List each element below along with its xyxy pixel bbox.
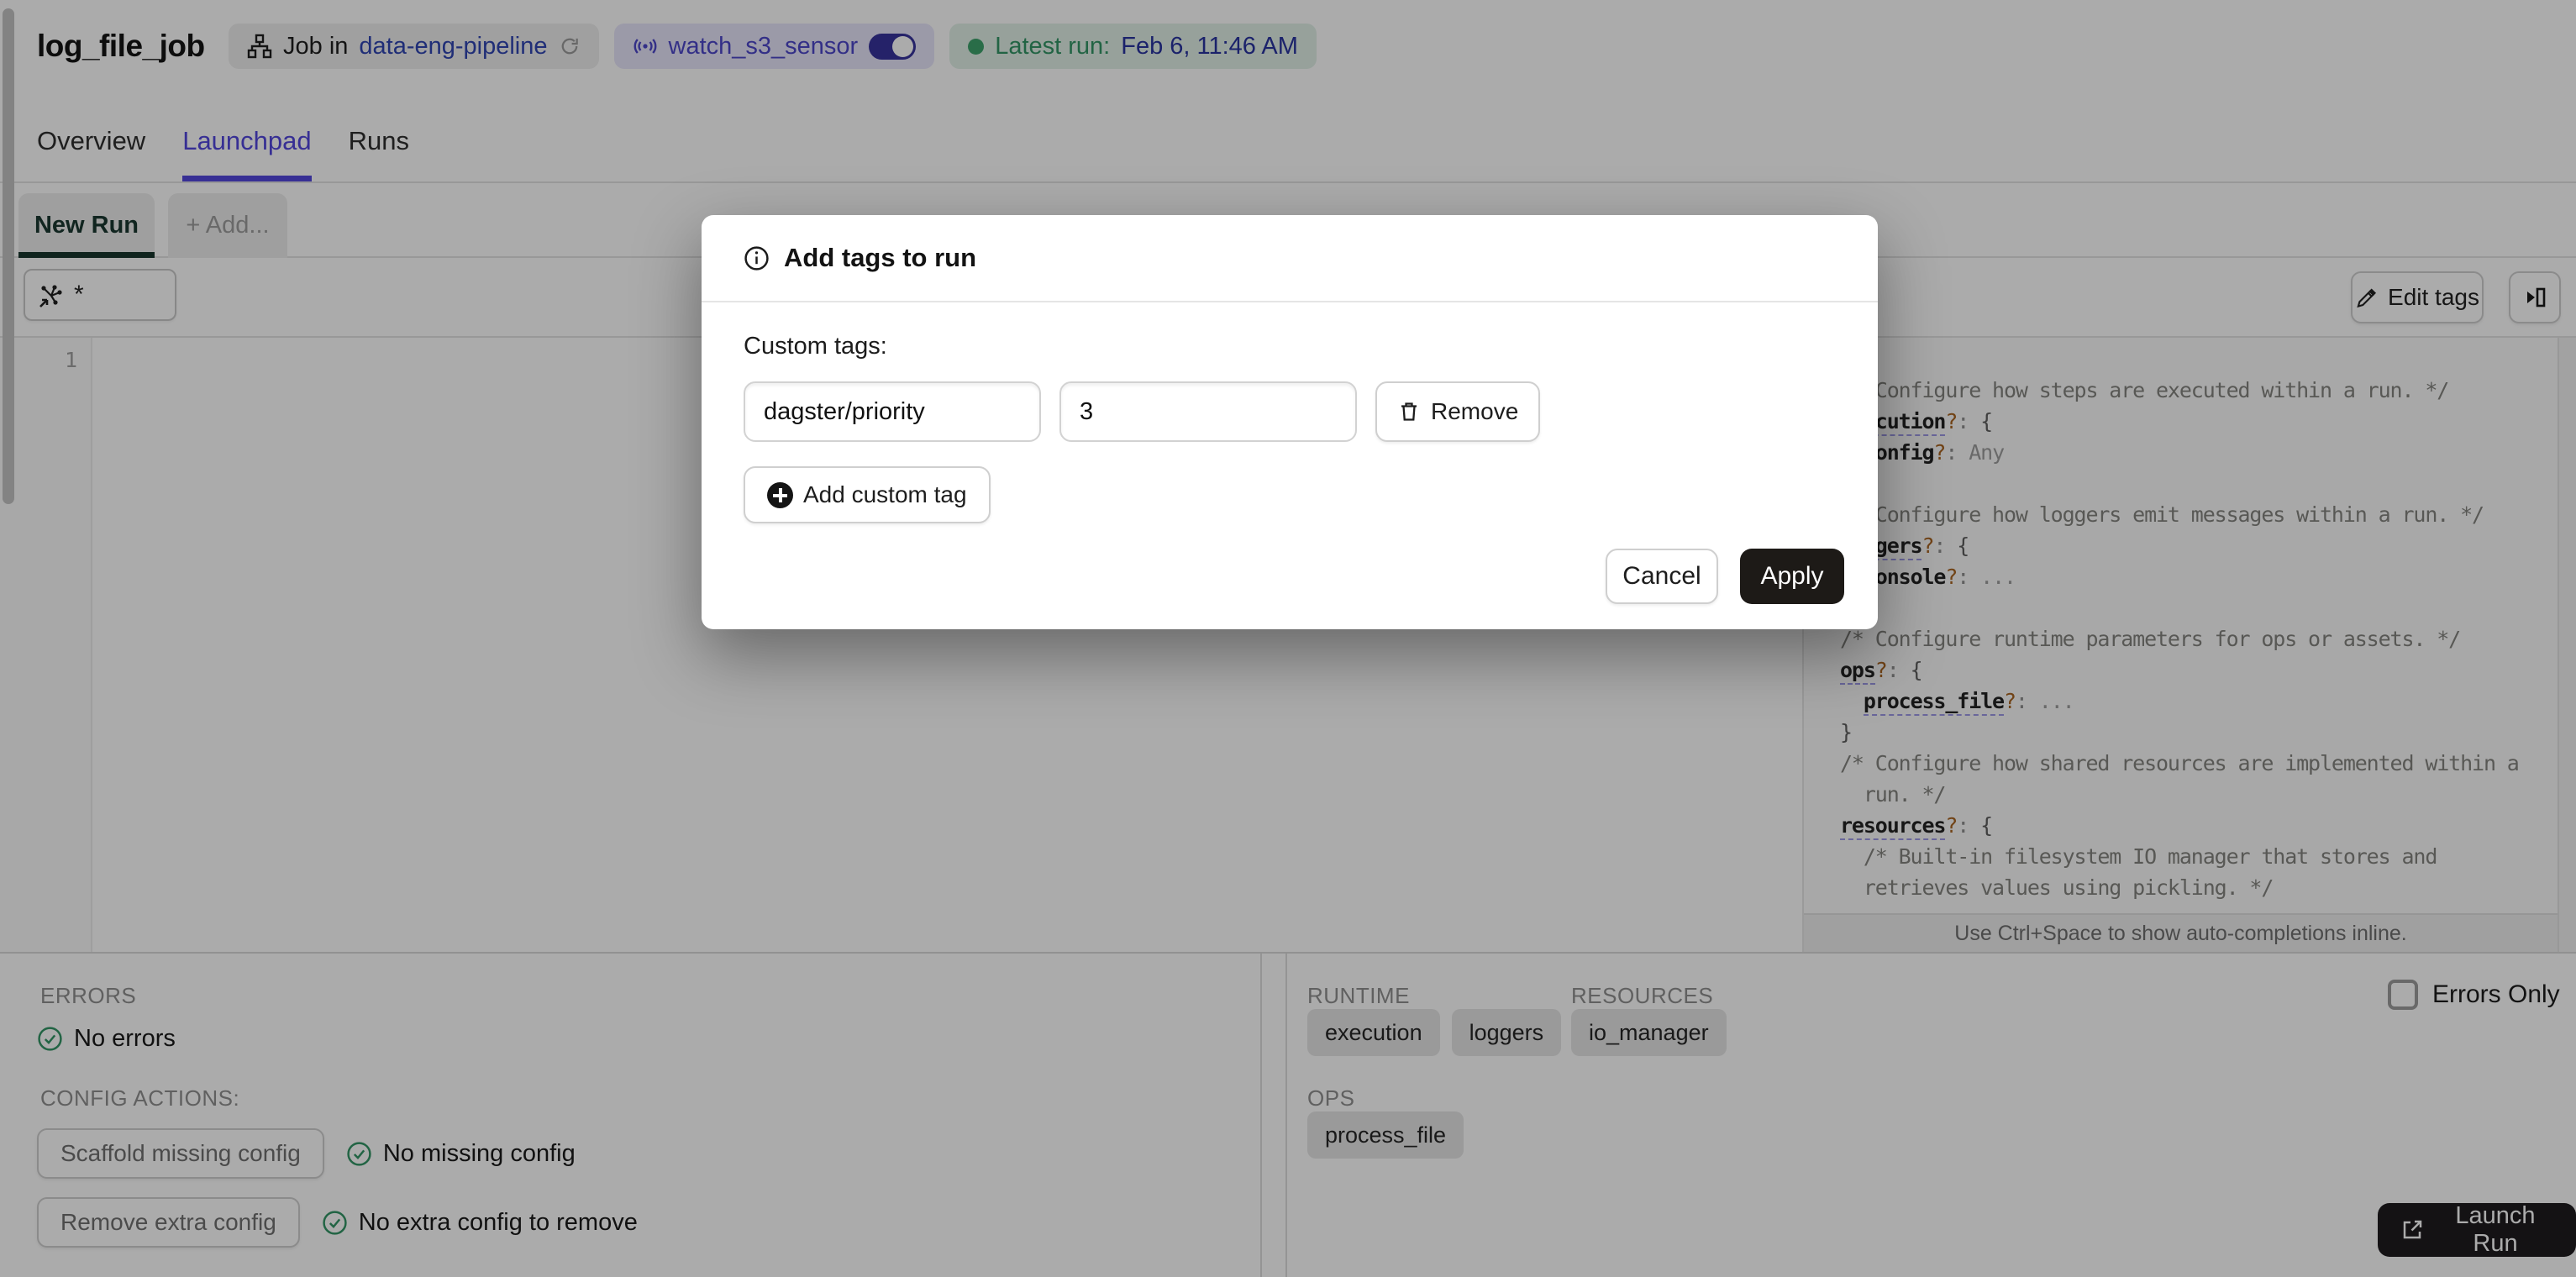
add-custom-tag-label: Add custom tag xyxy=(803,481,967,507)
dialog-body: Custom tags: Remove Add custom tag xyxy=(702,302,1878,523)
launchpad-page: log_file_job Job in data-eng-pipeline wa… xyxy=(0,0,2576,1277)
remove-tag-label: Remove xyxy=(1431,398,1519,424)
apply-button[interactable]: Apply xyxy=(1740,549,1844,604)
add-tags-dialog: Add tags to run Custom tags: Remove A xyxy=(702,215,1878,629)
trash-icon xyxy=(1397,400,1421,423)
dialog-title: Add tags to run xyxy=(784,243,977,272)
cancel-button[interactable]: Cancel xyxy=(1606,549,1718,604)
tag-value-input[interactable] xyxy=(1059,381,1357,442)
dialog-footer: Cancel Apply xyxy=(1606,549,1844,604)
custom-tags-label: Custom tags: xyxy=(744,333,887,360)
dialog-header: Add tags to run xyxy=(702,215,1878,302)
remove-tag-button[interactable]: Remove xyxy=(1375,381,1541,442)
info-icon xyxy=(744,245,770,271)
tag-row: Remove xyxy=(744,381,1836,442)
plus-circle-icon xyxy=(767,481,793,508)
modal-overlay xyxy=(0,0,2576,1277)
add-custom-tag-button[interactable]: Add custom tag xyxy=(744,466,991,523)
tag-key-input[interactable] xyxy=(744,381,1041,442)
